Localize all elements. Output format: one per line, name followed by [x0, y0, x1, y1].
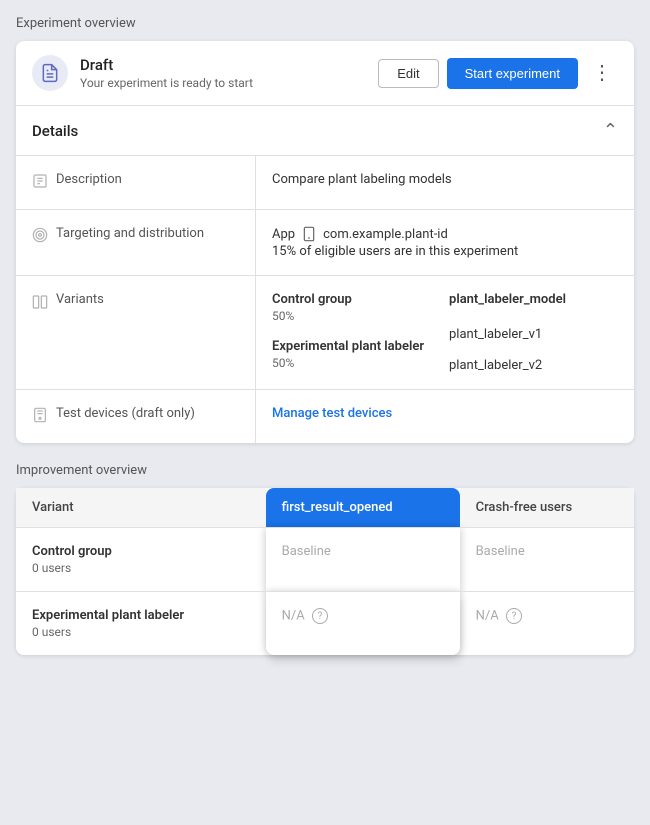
variant-control: Control group 50%: [272, 292, 441, 323]
test-devices-row: Test devices (draft only) Manage test de…: [16, 390, 634, 443]
help-icon-crash-free[interactable]: ?: [506, 608, 522, 624]
model-v1: plant_labeler_v1: [449, 327, 618, 342]
targeting-value: App com.example.plant-id 15% of eligible…: [256, 210, 634, 275]
variants-label: Variants: [16, 276, 256, 389]
draft-subtitle: Your experiment is ready to start: [80, 76, 378, 90]
app-line: App com.example.plant-id: [272, 226, 618, 242]
improvement-card: Variant first_result_opened Crash-free u…: [16, 488, 634, 655]
draft-title: Draft: [80, 56, 378, 74]
draft-header: Draft Your experiment is ready to start …: [16, 41, 634, 106]
table-row: Control group 0 users Baseline Baseline: [16, 528, 634, 592]
experiment-overview-label: Experiment overview: [16, 16, 634, 31]
edit-button[interactable]: Edit: [378, 59, 438, 88]
start-experiment-button[interactable]: Start experiment: [447, 58, 578, 89]
test-devices-value: Manage test devices: [256, 390, 634, 443]
eligible-line: 15% of eligible users are in this experi…: [272, 244, 618, 259]
collapse-icon[interactable]: ⌃: [603, 120, 618, 141]
col-header-variant: Variant: [16, 488, 266, 528]
model-column-header: plant_labeler_model: [449, 292, 618, 307]
experimental-crash-free-cell: N/A ?: [460, 592, 634, 656]
variants-value: Control group 50% Experimental plant lab…: [256, 276, 634, 389]
details-header: Details ⌃: [16, 106, 634, 156]
experimental-first-result-cell: N/A ?: [266, 592, 460, 656]
details-section: Details ⌃ Description Compare plant labe…: [16, 106, 634, 443]
control-variant-cell: Control group 0 users: [16, 528, 266, 592]
description-label: Description: [16, 156, 256, 209]
variants-row: Variants Control group 50% Experimental …: [16, 276, 634, 390]
description-icon: [32, 173, 48, 193]
details-title: Details: [32, 122, 78, 140]
model-v2: plant_labeler_v2: [449, 358, 618, 373]
draft-actions: Edit Start experiment ⋮: [378, 58, 618, 89]
col-header-crash-free: Crash-free users: [460, 488, 634, 528]
improvement-table: Variant first_result_opened Crash-free u…: [16, 488, 634, 655]
variant-experimental: Experimental plant labeler 50%: [272, 339, 441, 370]
app-name: com.example.plant-id: [323, 227, 448, 242]
experimental-variant-cell: Experimental plant labeler 0 users: [16, 592, 266, 656]
draft-icon: [32, 55, 68, 91]
more-options-button[interactable]: ⋮: [586, 59, 618, 87]
draft-text-block: Draft Your experiment is ready to start: [80, 56, 378, 90]
table-row: Experimental plant labeler 0 users N/A ?…: [16, 592, 634, 656]
col-header-first-result: first_result_opened: [266, 488, 460, 528]
targeting-icon: [32, 227, 48, 247]
test-devices-icon: [32, 407, 48, 427]
variants-icon: [32, 294, 48, 314]
draft-card: Draft Your experiment is ready to start …: [16, 41, 634, 443]
improvement-overview-label: Improvement overview: [16, 463, 634, 478]
description-value: Compare plant labeling models: [256, 156, 634, 209]
targeting-label: Targeting and distribution: [16, 210, 256, 275]
control-crash-free-cell: Baseline: [460, 528, 634, 592]
control-first-result-cell: Baseline: [266, 528, 460, 592]
manage-test-devices-link[interactable]: Manage test devices: [272, 406, 392, 421]
test-devices-label: Test devices (draft only): [16, 390, 256, 443]
targeting-row: Targeting and distribution App com.examp…: [16, 210, 634, 276]
description-row: Description Compare plant labeling model…: [16, 156, 634, 210]
help-icon-first-result[interactable]: ?: [312, 608, 328, 624]
